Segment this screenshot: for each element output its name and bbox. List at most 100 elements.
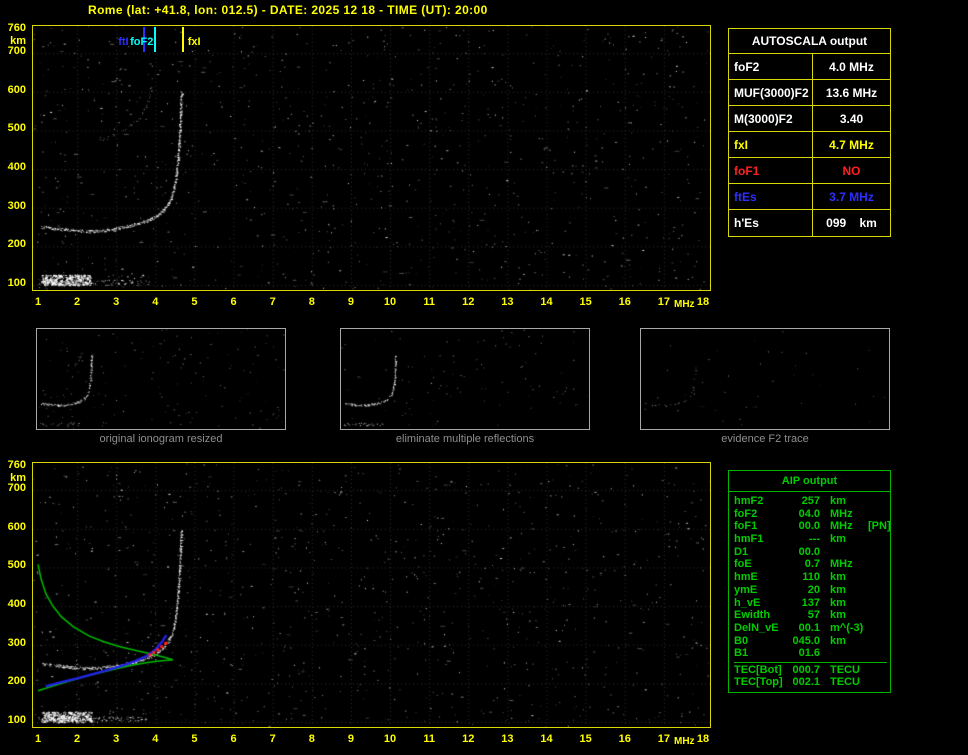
x-axis-tick: 15 xyxy=(579,733,592,745)
aip-param-extra xyxy=(868,664,887,677)
marker-label-fxi: fxI xyxy=(187,36,201,48)
x-axis-tick: 2 xyxy=(74,296,81,308)
x-axis-tick: 17 xyxy=(657,733,670,745)
aip-row-fof1: foF1 00.0 MHz [PN] xyxy=(734,520,891,533)
aip-param-unit: TECU xyxy=(830,675,860,688)
bottom-ionogram-plot xyxy=(32,462,711,728)
autoscala-row-ftes: ftEs 3.7 MHz xyxy=(729,184,890,210)
thumbnail-f2-canvas xyxy=(641,329,889,429)
aip-param-value: 00.1 xyxy=(798,621,820,634)
aip-param-extra xyxy=(868,676,887,689)
autoscala-param-label: foF2 xyxy=(729,54,813,80)
marker-line-fof2 xyxy=(154,27,157,52)
aip-table-header: AIP output xyxy=(729,471,890,492)
x-axis-tick: 8 xyxy=(308,296,315,308)
aip-param-extra xyxy=(868,533,887,546)
x-axis-tick: 3 xyxy=(113,733,120,745)
x-axis-tick: 3 xyxy=(113,296,120,308)
x-axis-tick: 14 xyxy=(540,296,553,308)
y-axis-tick: 300 xyxy=(7,199,26,212)
aip-row-ewidth: Ewidth 57 km xyxy=(734,609,887,622)
aip-param-extra xyxy=(868,571,887,584)
aip-param-unit xyxy=(824,546,868,559)
x-axis-unit-label: MHz xyxy=(674,299,695,310)
top-ionogram-plot xyxy=(32,25,711,291)
autoscala-param-value: 4.0 MHz xyxy=(829,60,874,74)
autoscala-table-body: foF2 4.0 MHz MUF(3000)F2 13.6 MHz M(3000)F2 3… xyxy=(729,54,890,236)
marker-label-fof2: foF2 xyxy=(130,36,154,48)
marker-line-fxi xyxy=(181,27,184,52)
x-axis-tick: 8 xyxy=(308,733,315,745)
autoscala-param-label: foF1 xyxy=(729,158,813,184)
y-axis-tick: 500 xyxy=(7,122,26,135)
aip-param-label: foF2 xyxy=(734,507,758,520)
aip-param-unit: km xyxy=(830,533,846,546)
aip-param-value: 01.6 xyxy=(798,647,820,660)
x-axis-tick: 1 xyxy=(34,296,42,308)
aip-param-label: D1 xyxy=(734,545,749,558)
aip-row-foe: foE 0.7 MHz xyxy=(734,558,887,571)
aip-param-unit xyxy=(824,647,868,660)
aip-param-label: B0 xyxy=(734,634,749,647)
aip-param-label: hmF2 xyxy=(734,495,764,507)
x-axis-tick: 7 xyxy=(269,733,276,745)
aip-param-value: 002.1 xyxy=(792,675,820,688)
aip-param-value: 04.0 xyxy=(798,507,820,520)
aip-output-table: AIP output hmF2 257 km foF2 04.0 MHz foF1 00.0 M… xyxy=(728,470,891,693)
aip-param-unit: MHz xyxy=(830,558,853,571)
x-axis-tick: 6 xyxy=(230,733,237,745)
aip-param-label: TEC[Bot] xyxy=(734,663,782,676)
x-axis-tick: 13 xyxy=(501,296,514,308)
thumbnail-caption-cleaned: eliminate multiple reflections xyxy=(395,433,535,445)
aip-table-body: hmF2 257 km foF2 04.0 MHz foF1 00.0 MHz [PN] hmF1 -… xyxy=(729,492,891,692)
autoscala-row-fxi: fxI 4.7 MHz xyxy=(729,132,890,158)
aip-param-extra xyxy=(868,495,887,508)
thumbnail-caption-original: original ionogram resized xyxy=(99,433,223,445)
aip-param-label: foE xyxy=(734,558,752,571)
aip-row-deln-ve: DelN_vE 00.1 m^(-3) xyxy=(734,622,887,635)
aip-param-value: 0.7 xyxy=(804,558,820,571)
aip-row-tec-bot: TEC[Bot] 000.7 TECU xyxy=(734,661,887,677)
aip-param-label: hmE xyxy=(734,571,758,584)
aip-param-extra xyxy=(868,609,887,622)
marker-label-fti: ftI xyxy=(118,36,129,48)
autoscala-table-header: AUTOSCALA output xyxy=(729,29,890,54)
x-axis-tick: 1 xyxy=(34,733,42,745)
aip-param-extra xyxy=(868,558,887,571)
autoscala-param-label: fxI xyxy=(729,132,813,158)
autoscala-param-value: NO xyxy=(842,164,861,178)
aip-param-label: hmF1 xyxy=(734,533,764,546)
autoscala-param-value: 4.7 MHz xyxy=(829,138,874,152)
aip-param-extra xyxy=(868,635,887,648)
thumbnail-original-canvas xyxy=(37,329,285,429)
aip-param-unit: km xyxy=(830,583,846,596)
x-axis-tick: 13 xyxy=(501,733,514,745)
x-axis-tick: 17 xyxy=(657,296,670,308)
aip-param-extra xyxy=(868,647,887,660)
y-axis-tick: 600 xyxy=(7,83,26,96)
aip-param-unit: m^(-3) xyxy=(830,621,864,634)
x-axis-tick: 4 xyxy=(152,296,159,308)
autoscala-param-label: MUF(3000)F2 xyxy=(729,80,813,106)
autoscala-row-fof2: foF2 4.0 MHz xyxy=(729,54,890,80)
y-axis-tick: 700 xyxy=(7,482,26,495)
autoscala-param-value: 3.40 xyxy=(839,112,864,126)
y-axis-tick: 200 xyxy=(7,675,26,688)
aip-param-value: 00.0 xyxy=(798,545,820,558)
aip-param-unit: MHz xyxy=(830,507,853,520)
x-axis-tick: 16 xyxy=(618,733,631,745)
x-axis-tick: 2 xyxy=(74,733,81,745)
x-axis-tick: 18 xyxy=(696,733,710,745)
x-axis-tick: 5 xyxy=(191,296,198,308)
y-axis-tick: 760 xyxy=(7,22,26,34)
y-axis-unit-label: km xyxy=(10,35,26,47)
aip-param-value: 137 xyxy=(801,596,820,609)
autoscala-row-muf-3000-f2: MUF(3000)F2 13.6 MHz xyxy=(729,80,890,106)
x-axis-tick: 12 xyxy=(462,733,475,745)
aip-param-unit: km xyxy=(830,596,846,609)
x-axis-tick: 11 xyxy=(423,296,435,308)
aip-param-value: 257 xyxy=(801,495,820,507)
aip-param-unit: km xyxy=(830,609,846,622)
aip-param-label: Ewidth xyxy=(734,609,771,622)
x-axis-tick: 18 xyxy=(696,296,710,308)
